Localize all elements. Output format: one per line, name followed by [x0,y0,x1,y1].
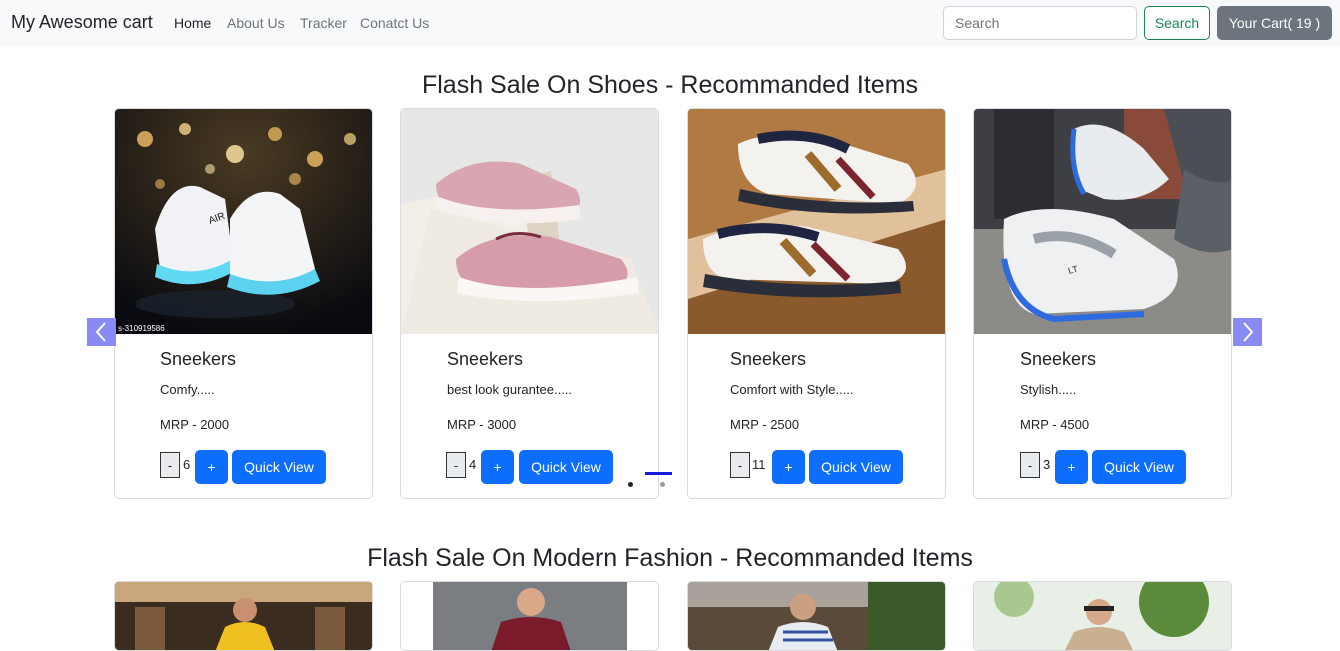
quantity-value: 3 [1043,457,1051,472]
section-title-shoes: Flash Sale On Shoes - Recommanded Items [421,71,919,99]
product-description: best look gurantee..... [447,382,573,397]
product-image: LT [974,109,1231,334]
product-description: Stylish..... [1020,382,1077,397]
product-title: Sneekers [160,349,237,369]
product-price: MRP - 2000 [160,417,230,432]
decrease-qty-button[interactable]: - [730,452,750,478]
product-card [400,581,659,651]
carousel-indicator-dot[interactable] [628,482,633,487]
product-card: Sneekers Comfort with Style..... MRP - 2… [687,108,946,499]
carousel-indicator-dot[interactable] [660,482,665,487]
product-image [688,582,945,650]
product-title: Sneekers [1020,349,1097,369]
carousel-next-button[interactable] [1233,318,1262,346]
quantity-value: 4 [469,457,477,472]
increase-qty-button[interactable]: + [1055,450,1088,484]
section-title-fashion: Flash Sale On Modern Fashion - Recommand… [367,544,973,572]
navbar: My Awesome cart Home About Us Tracker Co… [0,0,1340,47]
product-image [688,109,945,334]
product-image: AIR s-310919586 [115,109,372,334]
product-price: MRP - 3000 [447,417,517,432]
product-title: Sneekers [447,349,524,369]
product-image [974,582,1231,650]
product-description: Comfy..... [160,382,215,397]
nav-link-contact[interactable]: Conatct Us [360,15,429,31]
quick-view-button[interactable]: Quick View [232,450,326,484]
product-card [973,581,1232,651]
chevron-right-icon [1243,322,1254,342]
quick-view-button[interactable]: Quick View [1092,450,1186,484]
image-caption: s-310919586 [118,324,165,333]
quantity-value: 11 [752,457,766,472]
product-card [687,581,946,651]
increase-qty-button[interactable]: + [772,450,805,484]
product-image [401,109,658,334]
nav-link-home[interactable]: Home [174,15,211,31]
decrease-qty-button[interactable]: - [1020,452,1040,478]
product-card: LT Sneekers Stylish..... MRP - 4500 - 3 … [973,108,1232,499]
increase-qty-button[interactable]: + [481,450,514,484]
search-input[interactable] [943,6,1137,40]
brand-logo[interactable]: My Awesome cart [11,12,153,33]
carousel-prev-button[interactable] [87,318,116,346]
cart-button[interactable]: Your Cart( 19 ) [1217,6,1332,40]
carousel-indicator-active[interactable] [645,472,672,475]
product-card: Sneekers best look gurantee..... MRP - 3… [400,108,659,499]
product-description: Comfort with Style..... [730,382,854,397]
quick-view-button[interactable]: Quick View [809,450,903,484]
nav-link-tracker[interactable]: Tracker [300,15,347,31]
quick-view-button[interactable]: Quick View [519,450,613,484]
nav-link-about[interactable]: About Us [227,15,285,31]
product-card: AIR s-310919586 Sneekers Comfy..... MRP … [114,108,373,499]
product-image [401,582,658,650]
product-price: MRP - 2500 [730,417,800,432]
search-button[interactable]: Search [1144,6,1210,40]
quantity-value: 6 [183,457,191,472]
product-title: Sneekers [730,349,807,369]
product-image [115,582,372,650]
product-price: MRP - 4500 [1020,417,1090,432]
decrease-qty-button[interactable]: - [160,452,180,478]
chevron-left-icon [95,322,106,342]
product-card [114,581,373,651]
decrease-qty-button[interactable]: - [446,452,466,478]
increase-qty-button[interactable]: + [195,450,228,484]
